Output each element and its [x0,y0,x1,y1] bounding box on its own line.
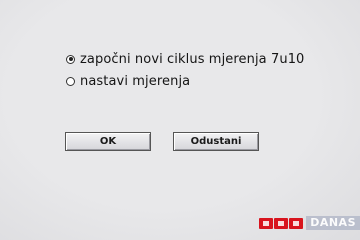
option-start-new-cycle[interactable]: započni novi ciklus mjerenja 7u10 [66,48,304,70]
option-label-start-new-cycle: započni novi ciklus mjerenja 7u10 [80,51,305,67]
option-label-continue-measuring: nastavi mjerenja [80,73,191,89]
option-continue-measuring[interactable]: nastavi mjerenja [66,70,304,92]
radio-button-unselected[interactable] [66,76,75,86]
logo-text: DANAS [306,216,360,230]
ok-button[interactable]: OK [65,132,151,151]
rtl-logo-icon [259,217,304,229]
cancel-button[interactable]: Odustani [173,132,259,151]
screen-vignette [0,0,360,240]
measurement-options: započni novi ciklus mjerenja 7u10 nastav… [66,48,304,92]
radio-button-selected[interactable] [66,54,75,64]
channel-logo-watermark: DANAS [259,216,360,230]
